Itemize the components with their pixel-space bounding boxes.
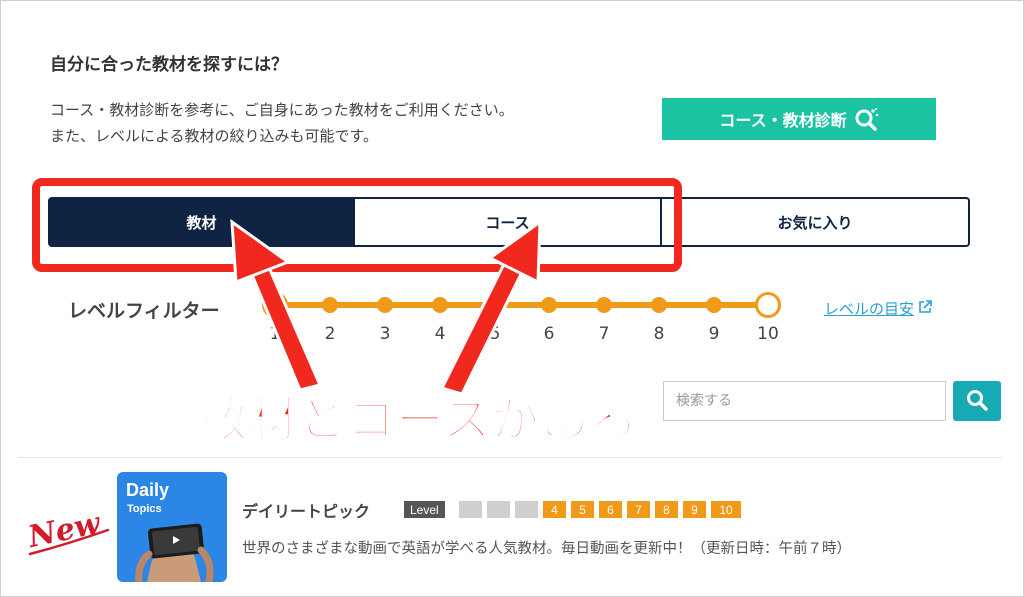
search-icon — [853, 106, 879, 132]
section-divider — [18, 457, 1002, 458]
annotation-highlight-box — [32, 178, 682, 272]
level-chip-inactive — [515, 501, 538, 518]
level-number: 1 — [269, 324, 281, 344]
level-dot-2[interactable] — [322, 297, 338, 313]
new-badge-text: New — [24, 506, 104, 556]
level-dot-6[interactable] — [541, 297, 557, 313]
annotation-text: 教材とコースがある — [199, 391, 639, 449]
description-line-2: また、レベルによる教材の絞り込みも可能です。 — [50, 127, 379, 145]
level-number: 10 — [757, 324, 779, 344]
level-chip-inactive — [487, 501, 510, 518]
level-chip-active: 8 — [655, 501, 678, 518]
level-dot-3[interactable] — [377, 297, 393, 313]
new-badge: New — [24, 500, 112, 564]
material-thumbnail[interactable]: Daily Topics — [117, 472, 227, 582]
level-dot-8[interactable] — [651, 297, 667, 313]
section-heading: 自分に合った教材を探すには？ — [50, 55, 288, 75]
level-number: 6 — [543, 324, 555, 344]
course-diagnosis-button[interactable]: コース・教材診断 — [662, 98, 936, 140]
level-chip-active: 5 — [571, 501, 594, 518]
level-dot-5[interactable] — [487, 297, 503, 313]
description-line-1: コース・教材診断を参考に、ご自身にあった教材をご利用ください。 — [50, 101, 514, 119]
material-description: 世界のさまざまな動画で英語が学べる人気教材。毎日動画を更新中！（更新日時：午前７… — [242, 541, 851, 557]
level-chip-active: 4 — [543, 501, 566, 518]
level-filter-track[interactable] — [276, 302, 769, 308]
level-number: 5 — [489, 324, 501, 344]
section-description: コース・教材診断を参考に、ご自身にあった教材をご利用ください。 また、レベルによ… — [50, 97, 514, 149]
external-link-icon — [918, 299, 932, 318]
level-handle-min[interactable] — [262, 292, 288, 318]
material-title[interactable]: デイリートピック — [242, 498, 370, 522]
level-chip-active: 7 — [627, 501, 650, 518]
video-phone-image — [135, 523, 214, 582]
level-chip-inactive — [459, 501, 482, 518]
search-button[interactable] — [953, 381, 1001, 421]
level-chip-active: 9 — [683, 501, 706, 518]
level-chip-active: 10 — [711, 501, 741, 518]
level-number: 2 — [324, 324, 336, 344]
course-diagnosis-label: コース・教材診断 — [719, 113, 847, 130]
level-number: 3 — [379, 324, 391, 344]
level-filter-label: レベルフィルター — [68, 300, 220, 322]
search-input[interactable] — [663, 381, 946, 421]
level-guide-label: レベルの目安 — [824, 300, 915, 318]
level-chip-active: 6 — [599, 501, 622, 518]
level-dot-7[interactable] — [596, 297, 612, 313]
level-number: 9 — [708, 324, 720, 344]
level-dot-9[interactable] — [706, 297, 722, 313]
level-number: 8 — [653, 324, 665, 344]
level-handle-max[interactable] — [755, 292, 781, 318]
level-dot-4[interactable] — [432, 297, 448, 313]
level-guide-link[interactable]: レベルの目安 — [824, 298, 932, 319]
level-number: 7 — [598, 324, 610, 344]
search-icon — [965, 388, 989, 415]
level-badge: Level — [404, 501, 445, 518]
level-number: 4 — [434, 324, 446, 344]
tab-favorites[interactable]: お気に入り — [662, 197, 970, 247]
